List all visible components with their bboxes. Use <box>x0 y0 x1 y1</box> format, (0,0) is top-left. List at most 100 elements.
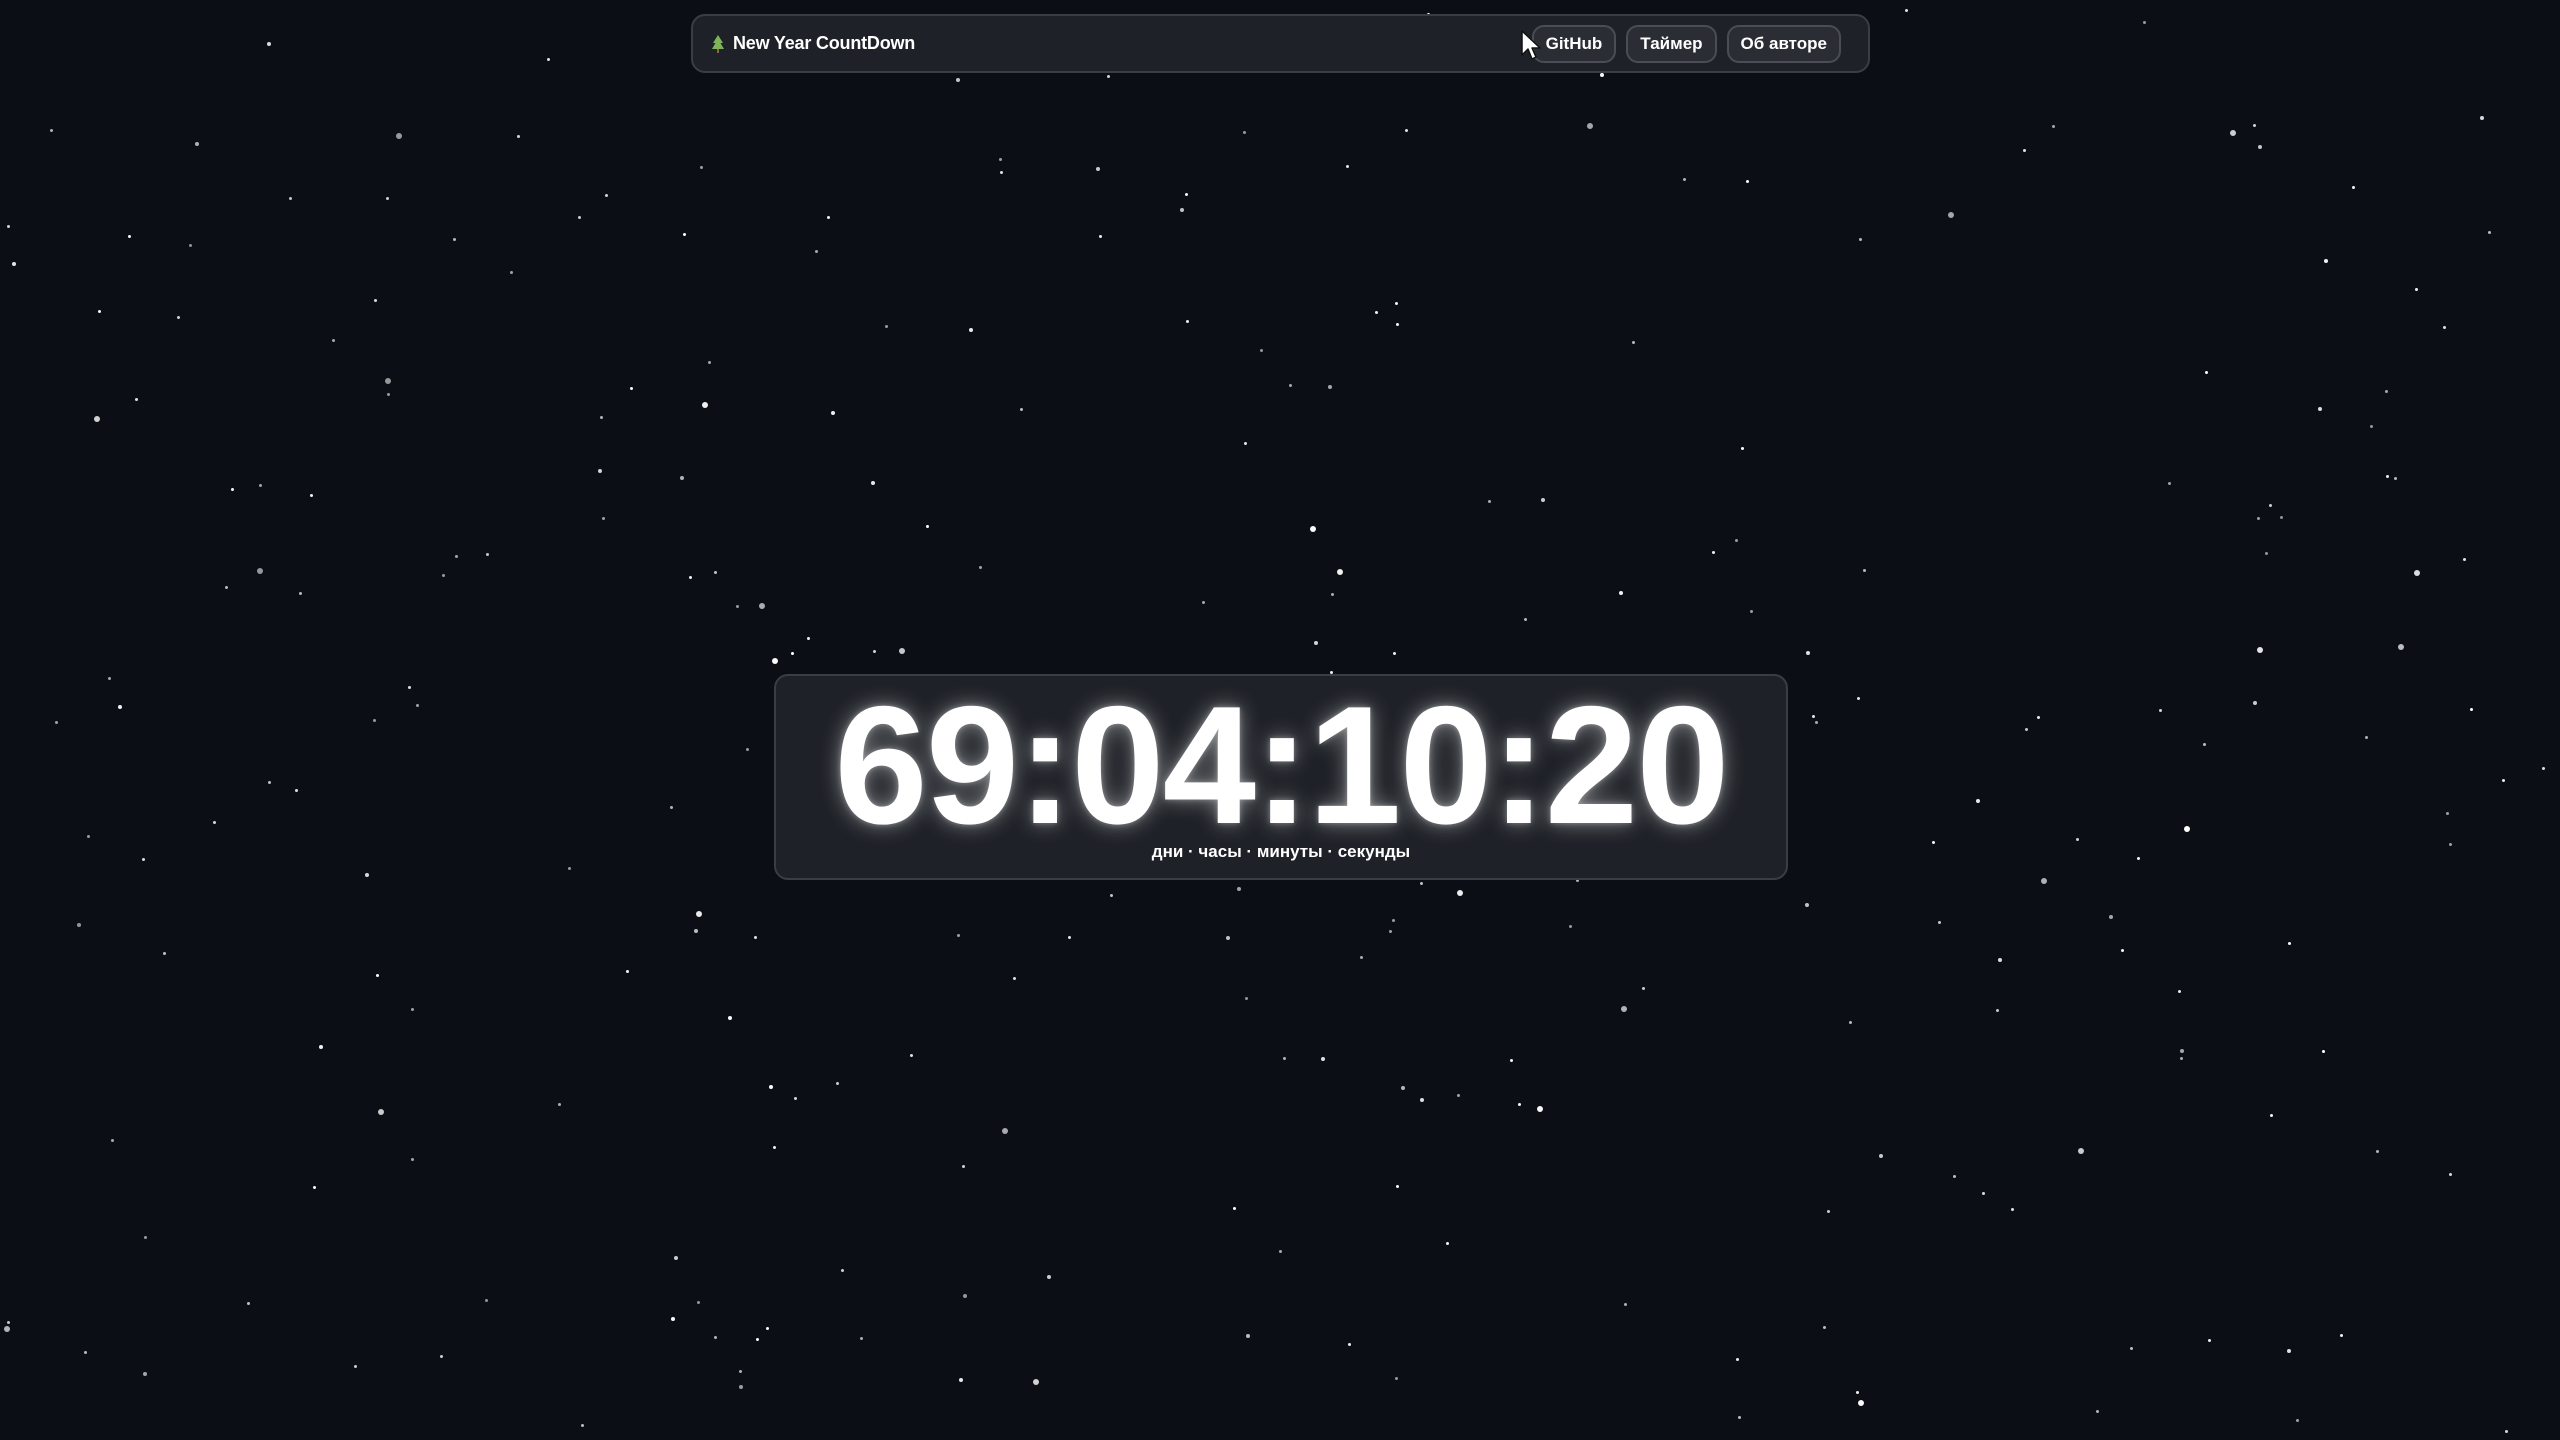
star <box>600 416 603 419</box>
star <box>1621 1006 1627 1012</box>
star <box>2322 1050 2325 1053</box>
star <box>2318 407 2322 411</box>
star <box>1392 919 1395 922</box>
star <box>411 1008 414 1011</box>
star <box>2041 878 2047 884</box>
star <box>1823 1326 1826 1329</box>
star <box>2370 425 2373 428</box>
star <box>910 1054 913 1057</box>
star <box>2414 570 2420 576</box>
mouse-pointer-icon <box>1521 30 1541 60</box>
star <box>689 576 692 579</box>
star <box>1393 652 1396 655</box>
star <box>1856 1391 1859 1394</box>
star <box>2443 326 2446 329</box>
star <box>769 1085 773 1089</box>
star <box>1396 1185 1399 1188</box>
star <box>2505 1430 2508 1433</box>
star <box>2168 482 2171 485</box>
brand[interactable]: New Year CountDown <box>711 16 915 71</box>
star <box>385 378 391 384</box>
star <box>841 1269 844 1272</box>
star <box>759 603 765 609</box>
star <box>373 719 376 722</box>
star <box>1457 890 1463 896</box>
timer-button[interactable]: Таймер <box>1626 24 1717 63</box>
star <box>440 1355 443 1358</box>
star <box>1375 311 1378 314</box>
star <box>2340 1334 2343 1337</box>
star <box>2180 1057 2183 1060</box>
star <box>1360 956 1363 959</box>
star <box>602 517 605 520</box>
countdown-timer: 69:04:10:20 <box>834 671 1729 859</box>
star <box>94 416 100 422</box>
star <box>310 494 313 497</box>
star <box>1537 1106 1543 1112</box>
star <box>558 1103 561 1106</box>
star <box>1624 1303 1627 1306</box>
star <box>1806 651 1810 655</box>
star <box>2269 504 2272 507</box>
star <box>739 1370 742 1373</box>
star <box>926 525 929 528</box>
star <box>791 652 794 655</box>
star <box>671 1317 675 1321</box>
star <box>1457 1094 1460 1097</box>
star <box>959 1378 963 1382</box>
star <box>1420 882 1423 885</box>
github-button[interactable]: GitHub <box>1531 24 1617 63</box>
star <box>772 658 778 664</box>
about-author-button[interactable]: Об авторе <box>1726 24 1841 63</box>
star <box>1337 569 1343 575</box>
star <box>1524 618 1527 621</box>
star <box>2446 812 2449 815</box>
star <box>2230 130 2236 136</box>
star <box>2394 477 2397 480</box>
star <box>7 1321 10 1324</box>
star <box>485 1299 488 1302</box>
star <box>873 650 876 653</box>
star <box>754 936 757 939</box>
star <box>319 1045 323 1049</box>
star <box>1741 447 1744 450</box>
star <box>1000 171 1003 174</box>
star <box>354 1365 357 1368</box>
star <box>2365 736 2368 739</box>
star <box>1331 593 1334 596</box>
app-title: New Year CountDown <box>733 33 916 53</box>
star <box>1314 641 1318 645</box>
star <box>708 361 711 364</box>
star <box>1260 349 1263 352</box>
star <box>2376 1150 2379 1153</box>
star <box>1346 165 1349 168</box>
star <box>1996 1009 1999 1012</box>
star <box>84 1351 87 1354</box>
star <box>1683 178 1686 181</box>
star <box>1632 341 1635 344</box>
star <box>442 574 445 577</box>
star <box>1750 610 1753 613</box>
star <box>387 393 390 396</box>
star <box>2352 186 2355 189</box>
star <box>1110 894 1113 897</box>
star <box>118 705 122 709</box>
star <box>1002 1128 1008 1134</box>
star <box>1518 1103 1521 1106</box>
star <box>1858 1400 1864 1406</box>
star <box>1948 212 1954 218</box>
star <box>1107 75 1110 78</box>
star <box>1735 539 1738 542</box>
star <box>2076 838 2079 841</box>
star <box>999 158 1002 161</box>
star <box>2121 949 2124 952</box>
star <box>1233 1207 1236 1210</box>
star <box>111 1139 114 1142</box>
star <box>1186 320 1189 323</box>
star <box>1976 799 1980 803</box>
star <box>700 166 703 169</box>
star <box>756 1338 759 1341</box>
top-navbar: New Year CountDown GitHub Таймер Об авто… <box>691 14 1870 73</box>
star <box>453 238 456 241</box>
star <box>2324 259 2328 263</box>
